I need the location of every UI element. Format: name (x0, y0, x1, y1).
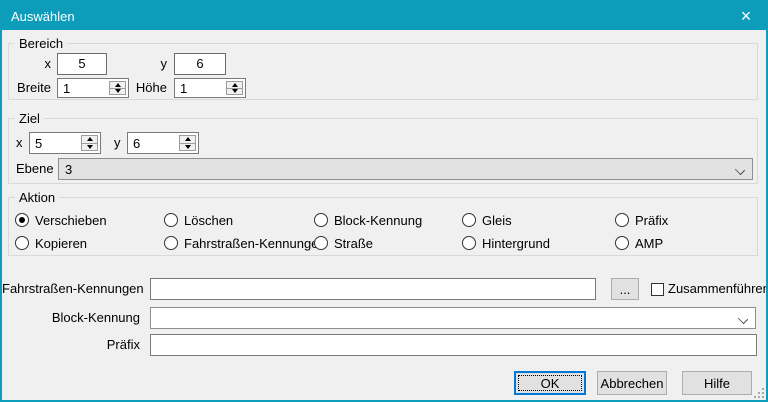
ziel-x-spin-buttons[interactable] (81, 135, 98, 151)
spin-down-icon[interactable] (227, 89, 242, 95)
spin-down-icon[interactable] (180, 144, 195, 151)
ok-button[interactable]: OK (514, 371, 586, 395)
radio-fahrstrassen-kennungen[interactable]: Fahrstraßen-Kennungen (164, 235, 326, 251)
radio-block-kennung[interactable]: Block-Kennung (314, 212, 422, 228)
praefix-input[interactable] (150, 334, 757, 356)
browse-button-label: ... (620, 282, 631, 297)
radio-label: Block-Kennung (334, 213, 422, 228)
help-button-label: Hilfe (704, 376, 730, 391)
bereich-y-label: y (119, 53, 167, 75)
browse-button[interactable]: ... (611, 278, 639, 300)
chevron-down-icon (738, 314, 748, 324)
breite-label: Breite (9, 78, 51, 98)
bereich-y-value: 6 (196, 56, 203, 71)
bereich-y-field[interactable]: 6 (174, 53, 226, 75)
radio-icon (164, 236, 178, 250)
ebene-label: Ebene (16, 158, 54, 180)
ziel-group: Ziel x 5 y 6 Ebene 3 (8, 118, 758, 184)
radio-loeschen[interactable]: Löschen (164, 212, 233, 228)
auswaehlen-dialog: Auswählen × Bereich x 5 y 6 Breite 1 Höh… (0, 0, 768, 402)
ziel-y-spin-buttons[interactable] (179, 135, 196, 151)
close-icon[interactable]: × (726, 2, 766, 30)
ebene-dropdown[interactable]: 3 (58, 158, 753, 180)
radio-label: Präfix (635, 213, 668, 228)
hoehe-stepper[interactable]: 1 (174, 78, 246, 98)
help-button[interactable]: Hilfe (682, 371, 752, 395)
radio-icon (15, 213, 29, 227)
radio-icon (164, 213, 178, 227)
hoehe-value: 1 (180, 79, 187, 97)
fahrstrassen-input[interactable] (150, 278, 596, 300)
ziel-x-stepper[interactable]: 5 (29, 132, 101, 154)
radio-icon (462, 213, 476, 227)
window-title: Auswählen (11, 9, 75, 24)
spin-down-icon[interactable] (82, 144, 97, 151)
radio-label: Hintergrund (482, 236, 550, 251)
radio-label: Verschieben (35, 213, 107, 228)
resize-grip[interactable] (752, 386, 764, 398)
radio-label: AMP (635, 236, 663, 251)
radio-icon (15, 236, 29, 250)
bereich-x-field[interactable]: 5 (57, 53, 107, 75)
radio-label: Löschen (184, 213, 233, 228)
block-kennung-dropdown[interactable] (150, 307, 756, 329)
radio-icon (314, 236, 328, 250)
radio-strasse[interactable]: Straße (314, 235, 373, 251)
radio-label: Gleis (482, 213, 512, 228)
ziel-y-value: 6 (133, 133, 140, 153)
ziel-x-label: x (16, 132, 23, 154)
fahrstrassen-label: Fahrstraßen-Kennungen (2, 278, 140, 300)
ziel-y-stepper[interactable]: 6 (127, 132, 199, 154)
radio-label: Kopieren (35, 236, 87, 251)
breite-value: 1 (63, 79, 70, 97)
radio-amp[interactable]: AMP (615, 235, 663, 251)
spin-up-icon[interactable] (82, 136, 97, 144)
radio-verschieben[interactable]: Verschieben (15, 212, 107, 228)
radio-icon (615, 236, 629, 250)
hoehe-spin-buttons[interactable] (226, 81, 243, 95)
radio-hintergrund[interactable]: Hintergrund (462, 235, 550, 251)
radio-gleis[interactable]: Gleis (462, 212, 512, 228)
ziel-legend: Ziel (15, 111, 44, 126)
ok-button-label: OK (541, 376, 560, 391)
radio-icon (462, 236, 476, 250)
zusammenfuehren-label: Zusammenführen (668, 278, 768, 300)
radio-label: Fahrstraßen-Kennungen (184, 236, 326, 251)
cancel-button[interactable]: Abbrechen (597, 371, 667, 395)
aktion-legend: Aktion (15, 190, 59, 205)
bereich-x-label: x (9, 53, 51, 75)
radio-icon (314, 213, 328, 227)
title-bar[interactable]: Auswählen × (2, 2, 766, 30)
block-kennung-label: Block-Kennung (2, 307, 140, 329)
ebene-value: 3 (65, 159, 72, 179)
ziel-y-label: y (114, 132, 121, 154)
bereich-group: Bereich x 5 y 6 Breite 1 Höhe 1 (8, 43, 758, 100)
chevron-down-icon (735, 165, 745, 175)
spin-up-icon[interactable] (180, 136, 195, 144)
ziel-x-value: 5 (35, 133, 42, 153)
praefix-label: Präfix (2, 334, 140, 356)
zusammenfuehren-checkbox[interactable] (651, 283, 664, 296)
radio-praefix[interactable]: Präfix (615, 212, 668, 228)
radio-icon (615, 213, 629, 227)
radio-kopieren[interactable]: Kopieren (15, 235, 87, 251)
cancel-button-label: Abbrechen (601, 376, 664, 391)
radio-label: Straße (334, 236, 373, 251)
aktion-group: Aktion Verschieben Löschen Block-Kennung… (8, 197, 758, 256)
bereich-legend: Bereich (15, 36, 67, 51)
bereich-x-value: 5 (78, 56, 85, 71)
hoehe-label: Höhe (119, 78, 167, 98)
